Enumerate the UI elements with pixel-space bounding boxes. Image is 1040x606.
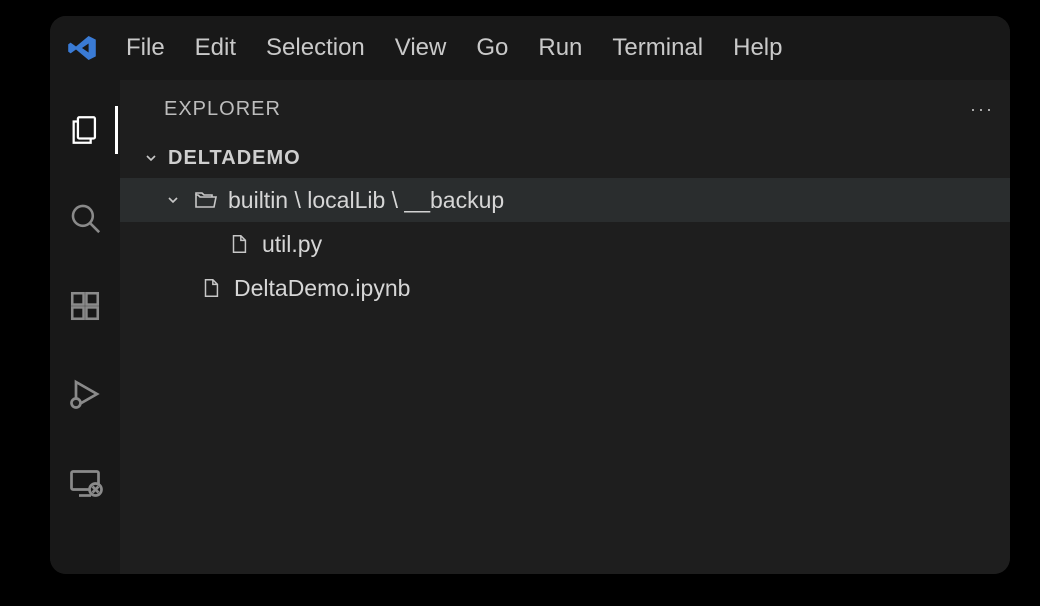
sidebar-header: EXPLORER ··· [120,80,1010,138]
menu-selection[interactable]: Selection [266,34,365,62]
workbench-body: EXPLORER ··· DELTADEMO [50,80,1010,574]
activity-extensions-icon[interactable] [65,286,105,326]
folder-open-icon [192,188,218,212]
activity-search-icon[interactable] [65,198,105,238]
activity-bar [50,80,120,574]
sidebar-more-icon[interactable]: ··· [970,99,994,120]
file-icon [198,277,224,299]
menu-go[interactable]: Go [476,34,508,62]
tree-folder-row[interactable]: builtin \ localLib \ __backup [120,178,1010,222]
tree-file-row[interactable]: DeltaDemo.ipynb [120,266,1010,310]
menu-view[interactable]: View [395,34,447,62]
sidebar-explorer: EXPLORER ··· DELTADEMO [120,80,1010,574]
app-window: File Edit Selection View Go Run Terminal… [50,16,1010,574]
activity-explorer-icon[interactable] [65,110,105,150]
tree-folder-label: builtin \ localLib \ __backup [228,187,504,214]
activity-remote-icon[interactable] [65,462,105,502]
menu-run[interactable]: Run [538,34,582,62]
menu-terminal[interactable]: Terminal [612,34,703,62]
titlebar: File Edit Selection View Go Run Terminal… [50,16,1010,80]
file-icon [226,233,252,255]
chevron-down-icon [142,150,160,166]
activity-run-debug-icon[interactable] [65,374,105,414]
explorer-section[interactable]: DELTADEMO [120,138,1010,178]
explorer-section-label: DELTADEMO [168,147,301,170]
vscode-logo-icon [64,33,100,63]
tree-file-label: DeltaDemo.ipynb [234,275,410,302]
menu-help[interactable]: Help [733,34,782,62]
tree-file-label: util.py [262,231,322,258]
tree-file-row[interactable]: util.py [120,222,1010,266]
file-tree: builtin \ localLib \ __backup util.py [120,178,1010,310]
menubar: File Edit Selection View Go Run Terminal… [126,34,782,62]
menu-file[interactable]: File [126,34,165,62]
menu-edit[interactable]: Edit [195,34,236,62]
chevron-down-icon [164,192,182,208]
sidebar-title: EXPLORER [164,98,281,121]
